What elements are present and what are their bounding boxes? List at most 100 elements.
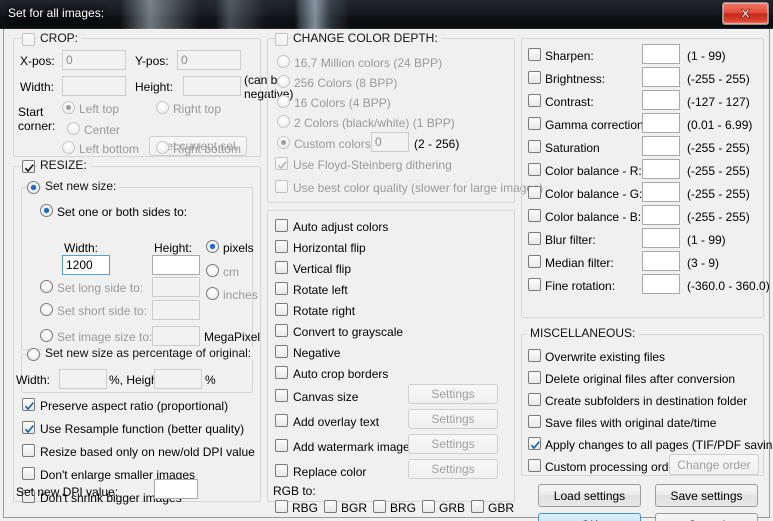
canvas-size-checkbox[interactable] xyxy=(275,389,288,402)
horizontal-flip-checkbox[interactable] xyxy=(275,240,288,253)
preserve-aspect-ratio-checkbox[interactable] xyxy=(22,398,35,411)
add-watermark-checkbox[interactable] xyxy=(275,439,288,452)
depth-24bpp-radio[interactable] xyxy=(277,55,290,68)
use-resample-label: Use Resample function (better quality) xyxy=(40,422,245,436)
add-overlay-text-checkbox[interactable] xyxy=(275,414,288,427)
color-balance-b-input[interactable] xyxy=(642,205,680,225)
convert-to-grayscale-checkbox[interactable] xyxy=(275,324,288,337)
set-image-size-radio[interactable] xyxy=(40,329,53,342)
color-balance-r-input[interactable] xyxy=(642,159,680,179)
brightness-input[interactable] xyxy=(642,67,680,87)
median-filter-checkbox[interactable] xyxy=(528,255,541,268)
depth-4bpp-radio[interactable] xyxy=(277,95,290,108)
close-icon[interactable] xyxy=(722,2,769,25)
resize-enable-checkbox[interactable] xyxy=(22,160,35,173)
crop-height-input[interactable] xyxy=(183,76,241,96)
crop-enable-checkbox[interactable] xyxy=(22,33,35,46)
fine-rotation-input[interactable] xyxy=(642,274,680,294)
crop-corner-center-radio[interactable] xyxy=(67,122,80,135)
set-one-or-both-sides-radio[interactable] xyxy=(40,204,53,217)
set-image-size-input[interactable] xyxy=(152,326,200,346)
crop-ypos-input[interactable]: 0 xyxy=(177,50,241,70)
auto-crop-borders-checkbox[interactable] xyxy=(275,366,288,379)
sharpen-checkbox[interactable] xyxy=(528,48,541,61)
rgb-grb-label: GRB xyxy=(439,501,466,515)
save-original-datetime-checkbox[interactable] xyxy=(528,415,541,428)
gamma-correction-checkbox[interactable] xyxy=(528,117,541,130)
crop-corner-right-bottom-radio[interactable] xyxy=(156,141,169,154)
use-resample-checkbox[interactable] xyxy=(22,421,35,434)
apply-all-pages-checkbox[interactable] xyxy=(528,437,541,450)
set-new-dpi-input[interactable] xyxy=(154,479,198,499)
resize-width-input[interactable]: 1200 xyxy=(62,255,110,275)
rotate-right-checkbox[interactable] xyxy=(275,303,288,316)
crop-corner-left-top-radio[interactable] xyxy=(62,101,75,114)
color-balance-b-checkbox[interactable] xyxy=(528,209,541,222)
cancel-button[interactable]: Cancel xyxy=(655,513,758,521)
vertical-flip-checkbox[interactable] xyxy=(275,261,288,274)
rgb-gbr-checkbox[interactable] xyxy=(471,500,484,513)
depth-24bpp-label: 16,7 Million colors (24 BPP) xyxy=(294,56,443,70)
create-subfolders-checkbox[interactable] xyxy=(528,393,541,406)
custom-colors-input[interactable]: 0 xyxy=(371,132,409,152)
replace-color-checkbox[interactable] xyxy=(275,464,288,477)
color-balance-g-input[interactable] xyxy=(642,182,680,202)
set-long-side-input[interactable] xyxy=(152,277,200,297)
floyd-steinberg-checkbox[interactable] xyxy=(275,157,288,170)
unit-pixels-radio[interactable] xyxy=(206,240,219,253)
delete-original-files-checkbox[interactable] xyxy=(528,371,541,384)
load-settings-button[interactable]: Load settings xyxy=(538,484,641,507)
crop-width-input[interactable] xyxy=(62,76,126,96)
change-order-button[interactable]: Change order xyxy=(669,454,759,475)
rgb-brg-checkbox[interactable] xyxy=(373,500,386,513)
blur-filter-checkbox[interactable] xyxy=(528,232,541,245)
contrast-input[interactable] xyxy=(642,90,680,110)
unit-inches-radio[interactable] xyxy=(206,287,219,300)
custom-processing-order-checkbox[interactable] xyxy=(528,459,541,472)
percentage-radio[interactable] xyxy=(27,348,40,361)
crop-corner-left-bottom-radio[interactable] xyxy=(62,141,75,154)
set-short-side-input[interactable] xyxy=(152,300,200,320)
add-overlay-text-settings-button[interactable]: Settings xyxy=(408,409,498,429)
rgb-rbg-checkbox[interactable] xyxy=(275,500,288,513)
blur-filter-input[interactable] xyxy=(642,228,680,248)
brightness-range-label: (-255 - 255) xyxy=(687,72,750,86)
set-short-side-radio[interactable] xyxy=(40,303,53,316)
dont-enlarge-checkbox[interactable] xyxy=(22,467,35,480)
unit-cm-radio[interactable] xyxy=(206,264,219,277)
save-settings-button[interactable]: Save settings xyxy=(655,484,758,507)
replace-color-settings-button[interactable]: Settings xyxy=(408,459,498,479)
median-filter-input[interactable] xyxy=(642,251,680,271)
saturation-input[interactable] xyxy=(642,136,680,156)
set-new-size-radio[interactable] xyxy=(27,181,40,194)
crop-corner-right-top-radio[interactable] xyxy=(156,101,169,114)
saturation-checkbox[interactable] xyxy=(528,140,541,153)
depth-custom-radio[interactable] xyxy=(277,136,290,149)
color-balance-g-checkbox[interactable] xyxy=(528,186,541,199)
depth-8bpp-radio[interactable] xyxy=(277,75,290,88)
percentage-height-input[interactable] xyxy=(154,369,202,389)
percentage-width-input[interactable] xyxy=(59,369,107,389)
best-color-quality-checkbox[interactable] xyxy=(275,180,288,193)
ok-button[interactable]: OK xyxy=(538,513,641,521)
fine-rotation-checkbox[interactable] xyxy=(528,278,541,291)
set-long-side-radio[interactable] xyxy=(40,280,53,293)
negative-checkbox[interactable] xyxy=(275,345,288,358)
contrast-checkbox[interactable] xyxy=(528,94,541,107)
rgb-bgr-checkbox[interactable] xyxy=(324,500,337,513)
brightness-checkbox[interactable] xyxy=(528,71,541,84)
overwrite-existing-files-checkbox[interactable] xyxy=(528,349,541,362)
rgb-grb-checkbox[interactable] xyxy=(422,500,435,513)
resize-dpi-only-checkbox[interactable] xyxy=(22,444,35,457)
sharpen-input[interactable] xyxy=(642,44,680,64)
auto-adjust-colors-checkbox[interactable] xyxy=(275,219,288,232)
depth-1bpp-radio[interactable] xyxy=(277,115,290,128)
add-watermark-settings-button[interactable]: Settings xyxy=(408,434,498,454)
rotate-left-checkbox[interactable] xyxy=(275,282,288,295)
crop-xpos-input[interactable]: 0 xyxy=(62,50,126,70)
resize-height-input[interactable] xyxy=(152,255,200,275)
gamma-correction-input[interactable] xyxy=(642,113,680,133)
canvas-size-settings-button[interactable]: Settings xyxy=(408,384,498,404)
color-balance-r-checkbox[interactable] xyxy=(528,163,541,176)
color-depth-enable-checkbox[interactable] xyxy=(275,33,288,46)
